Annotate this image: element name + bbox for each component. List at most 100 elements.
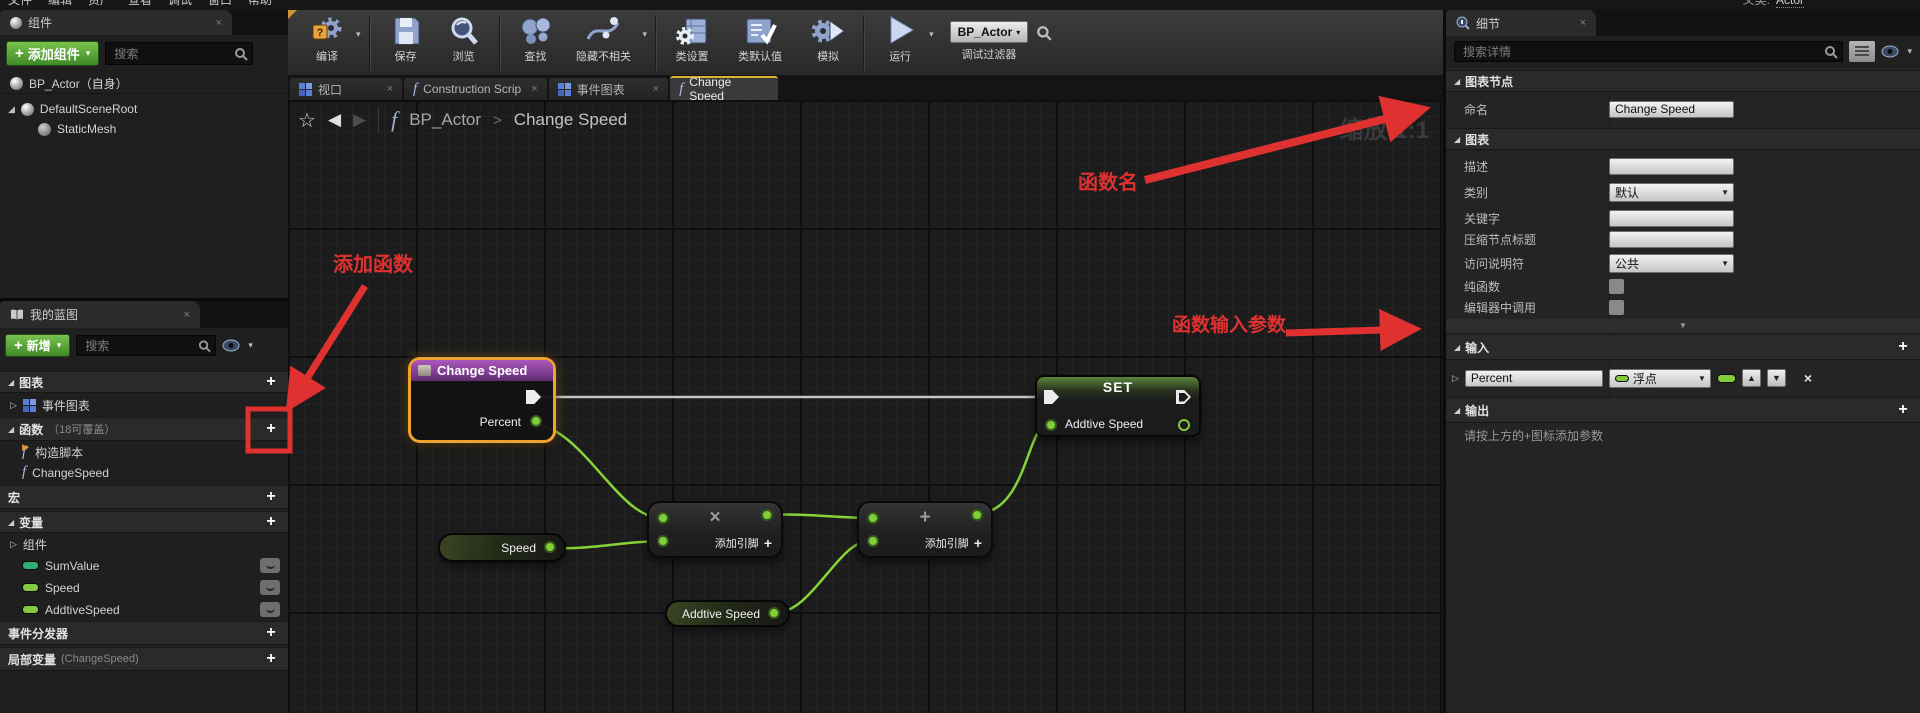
chevron-down-icon[interactable]: ▾ [248, 340, 253, 351]
node-multiply[interactable]: × 添加引脚+ [647, 501, 783, 558]
find-button[interactable]: 查找 [507, 15, 565, 64]
add-macro-button[interactable]: + [262, 488, 280, 506]
category-dropdown[interactable]: 默认 ▼ [1609, 183, 1734, 202]
display-mode-button[interactable] [1849, 41, 1875, 62]
exec-out-pin[interactable] [526, 390, 541, 404]
menu-edit[interactable]: 编辑 [48, 0, 72, 8]
input-name-field[interactable]: Percent [1465, 370, 1603, 387]
access-specifier-dropdown[interactable]: 公共 ▼ [1609, 254, 1734, 273]
variable-sumvalue[interactable]: SumValue [0, 555, 288, 576]
details-search-input[interactable]: 搜索详情 [1454, 41, 1843, 62]
tree-item-bp-actor[interactable]: BP_Actor（自身） [0, 74, 288, 94]
chevron-down-icon[interactable]: ▾ [1907, 46, 1912, 57]
browse-button[interactable]: 浏览 [435, 15, 493, 64]
compact-title-input[interactable] [1609, 231, 1734, 248]
item-event-graph[interactable]: ▷ 事件图表 [0, 395, 288, 415]
debug-object-dropdown[interactable]: BP_Actor ▾ [950, 21, 1029, 43]
close-icon[interactable]: × [653, 83, 659, 95]
description-input[interactable] [1609, 158, 1734, 175]
tab-event-graph[interactable]: 事件图表 × [549, 78, 668, 100]
hide-unrelated-button[interactable]: 隐藏不相关 [565, 15, 643, 64]
section-variables[interactable]: ◢ 变量 + [0, 511, 288, 533]
menu-help[interactable]: 帮助 [248, 0, 272, 8]
visibility-toggle[interactable] [260, 558, 280, 573]
add-in-pin-b[interactable] [867, 535, 879, 547]
blueprint-search-input[interactable]: 搜索 [76, 335, 216, 356]
add-pin-button[interactable]: 添加引脚+ [925, 535, 982, 551]
class-settings-button[interactable]: 类设置 [663, 15, 721, 64]
section-graphs[interactable]: ◢ 图表 + [0, 371, 288, 393]
move-up-button[interactable]: ▲ [1742, 369, 1761, 387]
eye-filter-icon[interactable] [1881, 45, 1901, 58]
tree-item-static-mesh[interactable]: StaticMesh [0, 120, 288, 138]
item-construction-script[interactable]: f ▶ 构造脚本 [0, 443, 288, 462]
graph-canvas[interactable]: ☆ ◀ ▶ f BP_Actor > Change Speed 缩放 1:1 C… [288, 100, 1443, 713]
section-collapse-bar[interactable]: ▼ [1446, 319, 1920, 332]
node-get-speed[interactable]: Speed [438, 533, 566, 562]
add-function-button[interactable]: + [262, 420, 280, 438]
section-functions[interactable]: ◢ 函数 （18可覆盖） + [0, 417, 288, 441]
pass-by-ref-toggle[interactable] [1717, 374, 1736, 383]
multiply-in-pin-b[interactable] [657, 535, 669, 547]
new-button[interactable]: + 新增 ▾ [5, 334, 70, 357]
play-button[interactable]: 运行 [871, 15, 929, 64]
section-inputs[interactable]: ◢ 输入 + [1446, 334, 1920, 360]
call-in-editor-checkbox[interactable] [1609, 300, 1624, 315]
set-value-out-pin[interactable] [1178, 419, 1190, 431]
multiply-in-pin-a[interactable] [657, 512, 669, 524]
add-component-button[interactable]: + 添加组件 ▾ [6, 41, 99, 66]
close-icon[interactable]: × [1580, 17, 1586, 29]
close-icon[interactable]: × [387, 83, 393, 95]
expand-icon[interactable]: ▷ [1452, 373, 1459, 384]
function-name-input[interactable]: Change Speed [1609, 101, 1734, 118]
close-icon[interactable]: × [531, 83, 537, 95]
input-type-dropdown[interactable]: 浮点 ▼ [1609, 369, 1711, 388]
section-graph[interactable]: ◢ 图表 [1446, 128, 1920, 150]
keywords-input[interactable] [1609, 210, 1734, 227]
item-change-speed-function[interactable]: f ChangeSpeed [0, 463, 288, 482]
set-value-in-pin[interactable] [1045, 419, 1057, 431]
multiply-out-pin[interactable] [761, 509, 773, 521]
add-local-variable-button[interactable]: + [262, 650, 280, 668]
tree-item-scene-root[interactable]: ◢ DefaultSceneRoot [0, 100, 288, 118]
tab-viewport[interactable]: 视口 × [290, 78, 402, 100]
node-function-entry[interactable]: Change Speed Percent [408, 357, 556, 443]
percent-out-pin[interactable] [530, 415, 542, 427]
simulate-button[interactable]: 模拟 [799, 15, 857, 64]
add-pin-button[interactable]: 添加引脚+ [715, 535, 772, 551]
add-dispatcher-button[interactable]: + [262, 624, 280, 642]
section-event-dispatchers[interactable]: 事件分发器 + [0, 621, 288, 645]
menu-window[interactable]: 窗口 [208, 0, 232, 8]
tab-components[interactable]: 组件 × [0, 10, 232, 35]
menu-file[interactable]: 文件 [8, 0, 32, 8]
menu-asset[interactable]: 资产 [88, 0, 112, 8]
collapse-icon[interactable]: ◢ [8, 104, 15, 115]
visibility-toggle[interactable] [260, 602, 280, 617]
add-graph-button[interactable]: + [262, 373, 280, 391]
close-icon[interactable]: × [216, 17, 222, 29]
close-icon[interactable]: × [184, 309, 190, 321]
variable-addtivespeed[interactable]: AddtiveSpeed [0, 599, 288, 620]
tab-details[interactable]: 细节 × [1446, 10, 1596, 36]
remove-input-button[interactable]: × [1804, 370, 1812, 386]
debug-search-icon[interactable] [1036, 25, 1052, 41]
play-options-dropdown[interactable]: ▾ [929, 29, 934, 40]
node-add[interactable]: + 添加引脚+ [857, 501, 993, 558]
hide-unrelated-dropdown[interactable]: ▾ [643, 29, 648, 40]
pure-function-checkbox[interactable] [1609, 279, 1624, 294]
add-in-pin-a[interactable] [867, 512, 879, 524]
move-down-button[interactable]: ▼ [1767, 369, 1786, 387]
menu-view[interactable]: 查看 [128, 0, 152, 8]
add-variable-button[interactable]: + [262, 513, 280, 531]
components-search-input[interactable]: 搜索 [105, 42, 253, 65]
addtive-out-pin[interactable] [768, 607, 780, 619]
add-input-button[interactable]: + [1894, 338, 1912, 356]
section-graph-node[interactable]: ◢ 图表节点 [1446, 70, 1920, 92]
node-get-addtive-speed[interactable]: Addtive Speed [665, 600, 790, 627]
add-output-button[interactable]: + [1894, 401, 1912, 419]
group-components[interactable]: ▷ 组件 [0, 535, 288, 554]
menu-debug[interactable]: 调试 [168, 0, 192, 8]
eye-filter-icon[interactable] [222, 339, 242, 352]
tab-my-blueprint[interactable]: 我的蓝图 × [0, 301, 200, 328]
section-local-variables[interactable]: 局部变量 (ChangeSpeed) + [0, 647, 288, 671]
